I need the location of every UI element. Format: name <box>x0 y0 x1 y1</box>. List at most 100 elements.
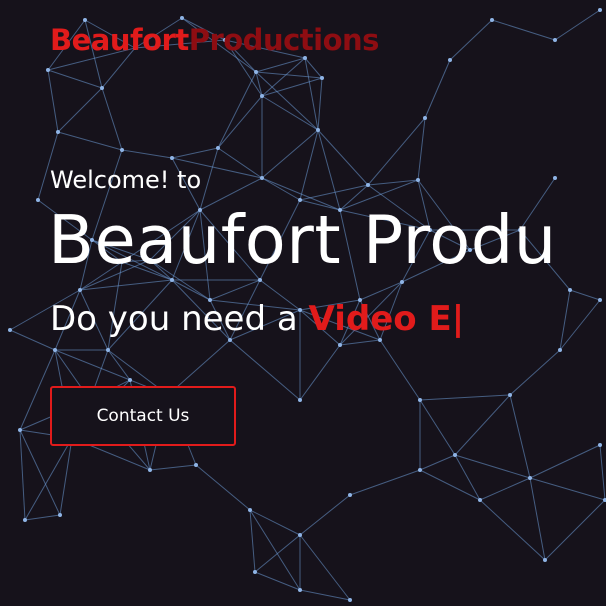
network-node <box>423 116 427 120</box>
network-line <box>367 117 426 186</box>
network-line <box>101 87 123 151</box>
network-node <box>448 58 452 62</box>
network-line <box>299 129 319 201</box>
network-node <box>170 156 174 160</box>
network-line <box>57 87 103 133</box>
network-line <box>479 477 531 501</box>
network-node <box>598 298 602 302</box>
hero-tagline: Do you need a Video E| <box>50 297 464 341</box>
network-node <box>298 533 302 537</box>
network-line <box>491 19 556 41</box>
logo-text-productions: Productions <box>188 23 380 57</box>
network-node <box>418 468 422 472</box>
network-node <box>254 70 258 74</box>
network-line <box>9 329 56 351</box>
network-line <box>419 469 481 501</box>
network-line <box>419 399 456 456</box>
network-node <box>418 398 422 402</box>
network-node <box>216 146 220 150</box>
network-line <box>379 339 421 401</box>
network-node <box>320 76 324 80</box>
network-line <box>304 57 323 79</box>
network-line <box>569 289 601 301</box>
network-node <box>598 443 602 447</box>
network-line <box>559 289 571 351</box>
network-line <box>509 349 561 396</box>
network-node <box>18 428 22 432</box>
tagline-prefix: Do you need a <box>50 299 298 339</box>
network-node <box>598 8 602 12</box>
network-line <box>424 59 451 119</box>
network-line <box>255 71 263 97</box>
network-line <box>449 19 493 61</box>
network-node <box>568 288 572 292</box>
network-line <box>79 279 173 291</box>
network-node <box>558 348 562 352</box>
network-line <box>171 147 219 159</box>
network-node <box>58 513 62 517</box>
network-node <box>260 176 264 180</box>
logo-text-beaufort: Beaufort <box>50 23 189 57</box>
network-line <box>57 131 123 151</box>
network-line <box>509 394 531 479</box>
network-node <box>348 493 352 497</box>
network-node <box>248 508 252 512</box>
site-logo[interactable]: BeaufortProductions <box>50 20 379 60</box>
network-line <box>419 454 456 471</box>
network-line <box>261 95 319 131</box>
network-line <box>299 534 351 601</box>
network-node <box>553 38 557 42</box>
network-node <box>148 468 152 472</box>
network-node <box>348 598 352 602</box>
network-node <box>260 94 264 98</box>
network-node <box>453 453 457 457</box>
tagline-typed-highlight: Video E| <box>308 299 465 339</box>
network-node <box>56 130 60 134</box>
network-line <box>249 509 256 573</box>
network-node <box>298 398 302 402</box>
network-line <box>349 469 421 496</box>
network-line <box>261 77 323 97</box>
network-line <box>599 444 606 501</box>
network-node <box>316 128 320 132</box>
network-line <box>254 571 301 591</box>
network-line <box>261 177 301 201</box>
network-node <box>298 588 302 592</box>
network-node <box>194 463 198 467</box>
contact-us-button[interactable]: Contact Us <box>50 386 236 446</box>
network-node <box>543 558 547 562</box>
network-node <box>366 183 370 187</box>
network-line <box>299 344 341 401</box>
network-line <box>24 437 73 521</box>
network-node <box>508 393 512 397</box>
network-node <box>8 328 12 332</box>
hero-title: Beaufort Produ <box>48 201 557 279</box>
network-node <box>36 198 40 202</box>
network-node <box>253 570 257 574</box>
network-node <box>400 280 404 284</box>
network-line <box>529 444 601 479</box>
network-node <box>338 343 342 347</box>
network-node <box>553 176 557 180</box>
network-line <box>454 394 511 456</box>
network-line <box>261 129 319 179</box>
network-line <box>229 339 301 401</box>
welcome-text: Welcome! to <box>50 166 202 194</box>
network-node <box>128 378 132 382</box>
network-line <box>417 117 426 181</box>
network-line <box>19 429 26 521</box>
network-node <box>478 498 482 502</box>
network-node <box>106 348 110 352</box>
network-line <box>544 499 606 561</box>
network-node <box>23 518 27 522</box>
network-line <box>47 69 103 89</box>
network-line <box>47 69 59 133</box>
network-node <box>490 18 494 22</box>
network-node <box>53 348 57 352</box>
network-line <box>299 589 351 601</box>
hero-section: BeaufortProductions Welcome! to Beaufort… <box>0 0 606 606</box>
network-line <box>24 514 61 521</box>
network-node <box>100 86 104 90</box>
network-node <box>46 68 50 72</box>
network-line <box>149 464 197 471</box>
